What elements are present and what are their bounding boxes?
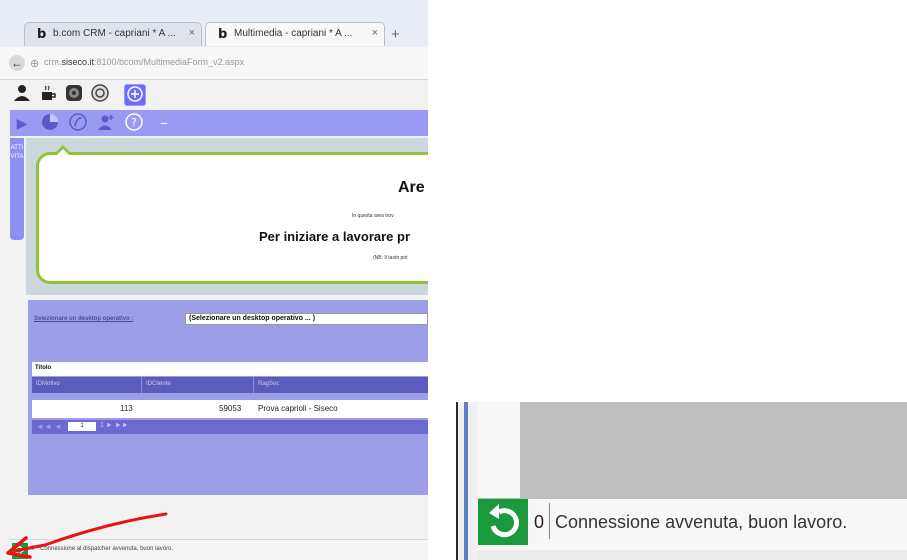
cell-idcliente: 59053: [219, 404, 242, 413]
bcom-favicon-icon: b: [218, 27, 228, 42]
phone-icon[interactable]: [64, 84, 84, 104]
browser-screenshot: b b.com CRM - capriani * A ... × b Multi…: [0, 0, 428, 560]
main-toolbar: [12, 82, 162, 108]
gray-content-area: [520, 402, 907, 498]
close-tab-icon[interactable]: ×: [189, 27, 195, 39]
back-arrow-icon[interactable]: ←: [9, 55, 25, 71]
tab-label: b.com CRM - capriani * A ...: [53, 28, 176, 39]
red-arrow-annotation: [6, 512, 168, 559]
column-header-idmotivo[interactable]: IDMotivo: [32, 377, 142, 393]
status-message: Connessione avvenuta, buon lavoro.: [555, 512, 848, 532]
globe-icon: ⊕: [30, 58, 40, 70]
svg-text:?: ?: [131, 116, 137, 129]
pager-next-buttons[interactable]: 1 ► ►►: [100, 422, 129, 429]
new-tab-button[interactable]: +: [391, 26, 400, 43]
cell-ragsoc: Prova caprioli - Siseco: [258, 404, 338, 413]
pie-chart-icon[interactable]: [40, 113, 60, 133]
welcome-note: (NB: Il tasto pot: [373, 255, 408, 261]
url-field[interactable]: crm.siseco.it:8100/bcom/MultimediaForm_v…: [44, 57, 244, 67]
pager-prev-buttons[interactable]: ◄◄ ◄: [36, 422, 62, 431]
grid-header: IDMotivo IDCliente RagSoc: [32, 377, 428, 393]
welcome-area: Are In questa area trov Per iniziare a l…: [26, 138, 428, 295]
column-header-idcliente[interactable]: IDCliente: [142, 377, 254, 393]
cell-idmotivo: 113: [120, 404, 133, 413]
zoomed-status-bar: 0 Connessione avvenuta, buon lavoro.: [456, 402, 907, 560]
activities-vertical-tab[interactable]: ATTIVITA: [10, 138, 24, 240]
welcome-headline: Per iniziare a lavorare pr: [259, 229, 411, 244]
desktop-select-label: Selezionare un desktop operativo :: [34, 316, 134, 322]
user-add-icon[interactable]: [96, 113, 116, 133]
address-bar: ← ⊕ crm.siseco.it:8100/bcom/MultimediaFo…: [0, 47, 428, 80]
welcome-subtitle: In questa area trov: [352, 213, 394, 219]
welcome-title: Are: [398, 179, 425, 196]
page-number-input[interactable]: 1: [68, 422, 96, 431]
play-icon[interactable]: ▶: [12, 113, 32, 133]
user-icon[interactable]: [12, 84, 32, 104]
leaf-icon[interactable]: [68, 113, 88, 133]
add-circle-icon[interactable]: [124, 84, 146, 106]
secondary-toolbar: ▶ ? −: [10, 110, 428, 136]
column-header-ragsoc[interactable]: RagSoc: [254, 377, 428, 393]
status-count: 0: [534, 512, 545, 532]
refresh-connection-icon[interactable]: [478, 499, 528, 545]
table-row[interactable]: 113 59053 Prova caprioli - Siseco: [32, 400, 428, 418]
tab-strip: b b.com CRM - capriani * A ... × b Multi…: [0, 0, 428, 47]
window-frame: [456, 402, 478, 560]
desktop-select[interactable]: (Selezionare un desktop operativo ... ): [185, 313, 428, 325]
bcom-favicon-icon: b: [37, 27, 47, 42]
settings-circle-icon[interactable]: [90, 84, 110, 104]
minus-icon[interactable]: −: [154, 113, 174, 133]
grid-title: Titolo: [32, 362, 428, 376]
tab-crm[interactable]: b b.com CRM - capriani * A ... ×: [24, 22, 202, 46]
tab-label: Multimedia - capriani * A ...: [234, 28, 353, 39]
grid-pager: ◄◄ ◄ 1 1 ► ►►: [32, 420, 428, 434]
status-separator: [549, 503, 550, 539]
tab-multimedia[interactable]: b Multimedia - capriani * A ... ×: [205, 22, 385, 46]
welcome-panel: Are In questa area trov Per iniziare a l…: [36, 145, 428, 284]
desktop-grid-area: Selezionare un desktop operativo : (Sele…: [28, 300, 428, 495]
help-icon[interactable]: ?: [124, 113, 144, 133]
close-tab-icon[interactable]: ×: [372, 27, 378, 39]
coffee-icon[interactable]: [38, 84, 58, 104]
